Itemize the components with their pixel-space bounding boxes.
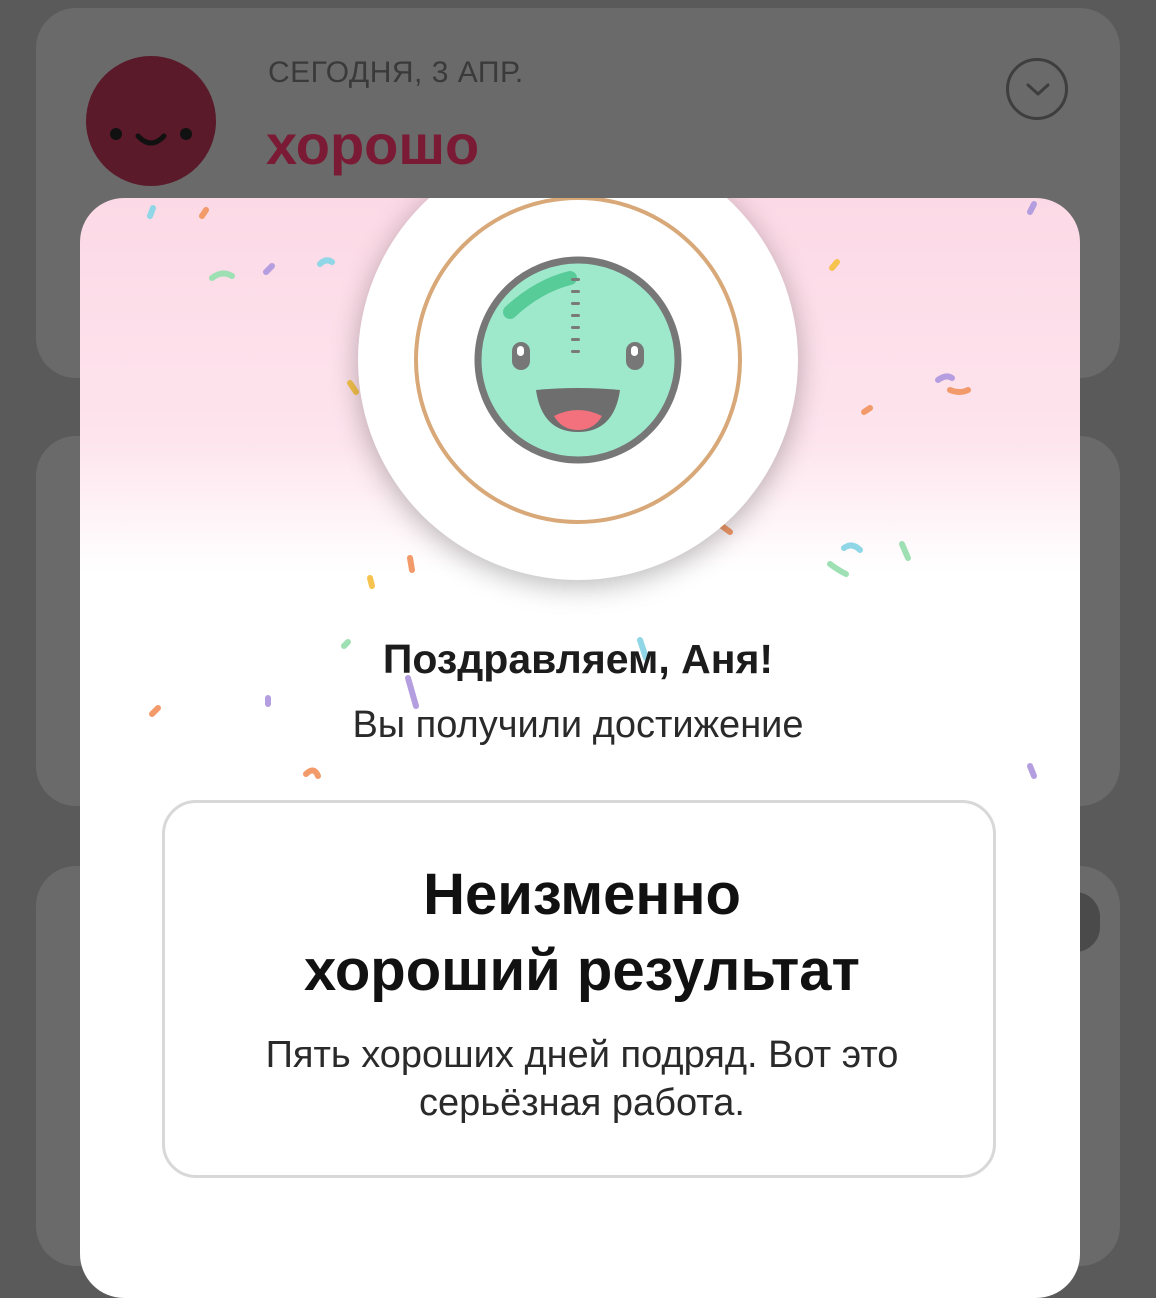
entry-mood-label: хорошо (266, 113, 480, 176)
mood-smiley-icon (86, 56, 216, 186)
achievement-title-line-2: хороший результат (304, 938, 860, 1003)
expand-button[interactable] (1006, 58, 1068, 120)
achievement-desc-line-2: серьёзная работа. (419, 1082, 745, 1124)
achievement-subtitle: Вы получили достижение (352, 704, 804, 746)
congrats-title: Поздравляем, Аня! (382, 636, 774, 682)
achievement-title-line-1: Неизменно (423, 862, 741, 927)
achievement-badge (358, 198, 798, 580)
achievement-title: Неизменно хороший результат (165, 857, 999, 1009)
achievement-card: Неизменно хороший результат Пять хороших… (162, 800, 996, 1178)
entry-date: СЕГОДНЯ, 3 АПР. (268, 56, 524, 89)
achievement-desc-line-1: Пять хороших дней подряд. Вот это (265, 1034, 899, 1076)
achievement-smiley-icon (414, 198, 742, 524)
achievement-description: Пять хороших дней подряд. Вот это серьёз… (165, 1031, 999, 1127)
chevron-down-icon (1026, 83, 1050, 96)
